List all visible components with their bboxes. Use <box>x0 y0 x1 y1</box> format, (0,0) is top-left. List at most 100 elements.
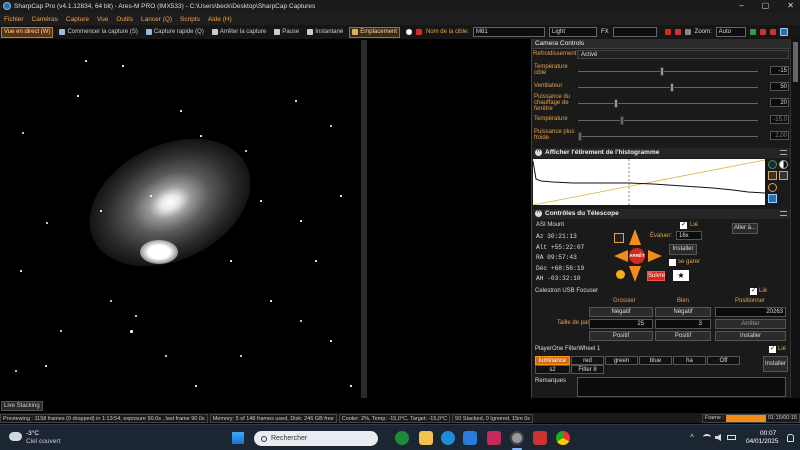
maximize-button[interactable]: ▢ <box>762 1 770 10</box>
placement-button[interactable]: Emplacement <box>349 26 400 38</box>
target-temp-value[interactable]: -15 <box>770 66 789 75</box>
save-icon[interactable] <box>768 194 777 203</box>
filter-blue[interactable]: blue <box>639 356 672 365</box>
tray-chevron-icon[interactable]: ^ <box>690 433 694 442</box>
fine-step-input[interactable]: 3 <box>655 319 711 329</box>
histogram-header[interactable]: ^ Afficher l'étirement de l'histogramme <box>533 148 790 158</box>
telescope-header[interactable]: ^ Contrôles du Télescope <box>533 209 790 219</box>
crosshair-icon[interactable] <box>674 29 681 35</box>
filter-red[interactable]: red <box>571 356 604 365</box>
east-arrow-button[interactable] <box>648 250 662 262</box>
slider-knob[interactable] <box>614 99 618 108</box>
zoom-select[interactable]: Auto <box>715 27 746 37</box>
app-icon-red[interactable] <box>487 431 501 445</box>
fan-value[interactable]: 50 <box>770 82 789 91</box>
weather-icon[interactable] <box>9 432 22 441</box>
lock-icon[interactable] <box>779 171 788 180</box>
record-icon[interactable] <box>405 29 412 35</box>
cooling-select[interactable]: Activé <box>577 50 789 59</box>
quick-capture-button[interactable]: Capture rapide (Q) <box>144 27 206 38</box>
coarse-positive-button[interactable]: Positif <box>589 331 653 341</box>
slider-knob[interactable] <box>670 83 674 92</box>
frame-type-select[interactable]: Light <box>548 27 597 37</box>
filter-8[interactable]: Filter 8 <box>571 365 604 374</box>
wifi-icon[interactable] <box>703 434 711 440</box>
menu-icon[interactable] <box>780 211 787 216</box>
image-scrollbar[interactable] <box>361 40 367 398</box>
start-capture-button[interactable]: Commencer la capture (S) <box>57 27 139 38</box>
annotate-icon[interactable] <box>759 29 766 35</box>
filterwheel-install-button[interactable]: Installer <box>763 356 788 372</box>
menu-file[interactable]: Fichier <box>4 16 24 23</box>
app-icon-dark[interactable] <box>533 431 547 445</box>
sync-icon[interactable] <box>614 233 624 243</box>
menu-cameras[interactable]: Caméras <box>32 16 58 23</box>
focuser-install-button[interactable]: Installer <box>715 331 786 341</box>
collapse-icon[interactable]: ^ <box>535 210 542 217</box>
reset-icon[interactable] <box>768 183 777 192</box>
notification-icon[interactable] <box>787 434 794 442</box>
start-button[interactable] <box>232 432 244 444</box>
menu-help[interactable]: Aide (H) <box>208 16 232 23</box>
image-preview[interactable] <box>0 40 360 398</box>
collapse-icon[interactable]: ^ <box>535 149 542 156</box>
minimize-button[interactable]: – <box>739 1 743 10</box>
menu-capture[interactable]: Capture <box>66 16 89 23</box>
settings-icon[interactable] <box>769 29 776 35</box>
tools-icon[interactable] <box>684 29 691 35</box>
filter-off[interactable]: Off <box>707 356 740 365</box>
south-arrow-button[interactable] <box>629 266 641 282</box>
chrome-icon[interactable] <box>556 431 570 445</box>
store-icon[interactable] <box>463 431 477 445</box>
stop-capture-button[interactable]: Arrêter la capture <box>210 27 268 38</box>
filter-luminance[interactable]: luminance <box>535 356 570 365</box>
fx-select[interactable] <box>612 27 657 37</box>
target-name-input[interactable]: M81 <box>472 27 545 37</box>
contrast-icon[interactable] <box>779 160 788 169</box>
check-icon[interactable] <box>749 29 756 35</box>
menu-run[interactable]: Lancer (Q) <box>141 16 172 23</box>
track-button[interactable]: Suivre <box>647 271 665 281</box>
star-icon[interactable]: ★ <box>673 270 689 281</box>
pin-icon[interactable] <box>779 28 788 36</box>
live-view-button[interactable]: Vue en direct (W) <box>1 26 54 38</box>
clock-time[interactable]: 00:07 <box>760 430 776 437</box>
live-stacking-tab[interactable]: Live Stacking <box>1 401 43 411</box>
west-arrow-button[interactable] <box>614 250 628 262</box>
menu-view[interactable]: Vue <box>97 16 108 23</box>
edge-icon[interactable] <box>441 431 455 445</box>
flash-icon[interactable] <box>768 171 777 180</box>
menu-scripts[interactable]: Scripts <box>180 16 200 23</box>
stop-button[interactable]: ARRÊT <box>629 248 645 264</box>
pause-button[interactable]: Pause <box>272 27 301 38</box>
fine-negative-button[interactable]: Négatif <box>655 307 711 317</box>
snapshot-button[interactable]: Instantané <box>305 27 345 38</box>
heater-value[interactable]: 20 <box>770 98 789 107</box>
scroll-thumb[interactable] <box>793 42 798 82</box>
sharpcap-icon[interactable] <box>510 431 524 445</box>
overlay-icon[interactable] <box>664 29 671 35</box>
menu-icon[interactable] <box>780 150 787 155</box>
focuser-stop-button[interactable]: Arrêter <box>715 319 786 329</box>
filter-s2[interactable]: s2 <box>535 365 570 374</box>
filterwheel-linked-checkbox[interactable]: ✓ <box>769 346 776 353</box>
fan-slider[interactable] <box>578 83 758 92</box>
filter-green[interactable]: green <box>605 356 638 365</box>
close-button[interactable]: ✕ <box>787 1 794 10</box>
file-explorer-icon[interactable] <box>419 431 433 445</box>
sun-icon[interactable] <box>616 270 625 279</box>
menu-tools[interactable]: Outils <box>116 16 133 23</box>
histogram-chart[interactable] <box>533 159 765 205</box>
heater-slider[interactable] <box>578 99 758 108</box>
slider-knob[interactable] <box>660 67 664 76</box>
slew-rate-select[interactable]: 16x <box>676 231 702 240</box>
focuser-linked-checkbox[interactable]: ✓ <box>750 288 757 295</box>
filter-ha[interactable]: ha <box>673 356 706 365</box>
mount-linked-checkbox[interactable]: ✓ <box>680 222 687 229</box>
position-value[interactable]: 20263 <box>715 307 786 317</box>
remarks-input[interactable] <box>577 377 786 397</box>
clock-date[interactable]: 04/01/2025 <box>746 438 779 445</box>
taskbar-search[interactable]: Rechercher <box>254 431 378 446</box>
fine-positive-button[interactable]: Positif <box>655 331 711 341</box>
coarse-negative-button[interactable]: Négatif <box>589 307 653 317</box>
